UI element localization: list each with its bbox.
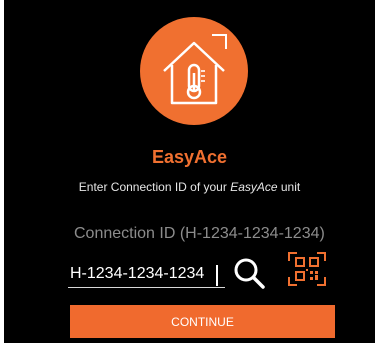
window-frame: EasyAce Enter Connection ID of your Easy…	[0, 0, 380, 343]
brand-name: EasyAce	[151, 147, 228, 167]
instruction-prefix: Enter Connection ID of your	[78, 180, 231, 194]
app-screen: EasyAce Enter Connection ID of your Easy…	[4, 0, 375, 343]
text-caret	[216, 265, 218, 286]
house-thermometer-icon	[140, 17, 248, 125]
connection-id-field-wrapper	[68, 263, 227, 288]
instruction-suffix: unit	[277, 180, 301, 194]
search-icon[interactable]	[232, 256, 266, 290]
qr-code-scan-icon[interactable]	[287, 251, 327, 287]
connection-id-input[interactable]	[68, 263, 227, 285]
instruction-brand: EasyAce	[230, 180, 278, 194]
connection-id-hint: Connection ID (H-1234-1234-1234)	[74, 225, 325, 242]
continue-button[interactable]: CONTINUE	[70, 305, 335, 338]
instruction-text: Enter Connection ID of your EasyAce unit	[4, 180, 375, 194]
